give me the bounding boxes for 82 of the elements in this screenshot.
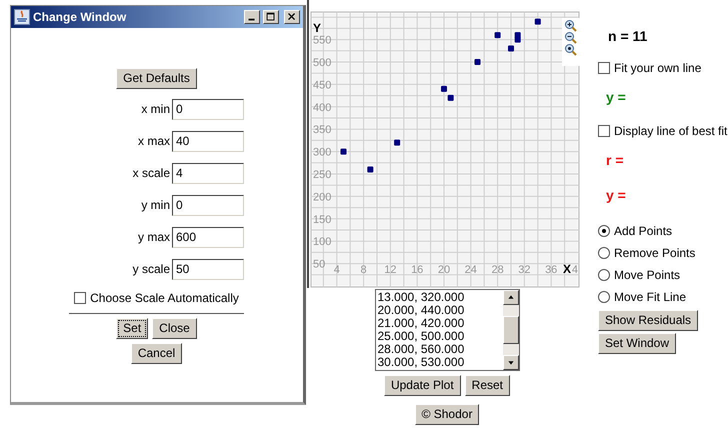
x-tick-label: 24	[464, 264, 477, 276]
x-tick-label: 36	[545, 264, 558, 276]
list-item[interactable]: 25.000, 500.000	[378, 330, 500, 343]
input-field[interactable]: 50	[172, 258, 244, 280]
credit-button[interactable]: © Shodor	[414, 404, 480, 425]
x-axis-label: X	[563, 262, 572, 276]
x-tick-label: 20	[438, 264, 450, 276]
scroll-down-button[interactable]	[502, 355, 518, 370]
data-point	[474, 59, 480, 65]
zoom-icon[interactable]	[565, 44, 577, 56]
y-tick-label: 150	[313, 214, 332, 226]
y-tick-label: 300	[313, 146, 332, 159]
close-button[interactable]	[284, 10, 300, 24]
update-plot-button[interactable]: Update Plot	[384, 375, 461, 396]
correlation-label: r =	[606, 151, 624, 170]
y-tick-label: 450	[313, 79, 332, 92]
field-label: x max	[136, 133, 170, 150]
list-item[interactable]: 20.000, 440.000	[378, 304, 500, 317]
y-tick-label: 100	[313, 236, 332, 248]
scroll-up-button[interactable]	[502, 290, 518, 305]
mode-option[interactable]: Remove Points	[598, 242, 696, 264]
checkbox-label: Choose Scale Automatically	[90, 290, 239, 307]
equation-label: y =	[606, 88, 626, 107]
cancel-button[interactable]: Cancel	[130, 343, 182, 364]
x-tick-label: 4	[572, 264, 578, 276]
zoom-in-icon[interactable]	[565, 20, 577, 32]
y-tick-label: 500	[313, 57, 332, 69]
y-tick-label: 50	[313, 258, 326, 271]
minimize-button[interactable]	[244, 10, 260, 24]
data-point	[340, 148, 346, 155]
input-field[interactable]: 600	[172, 226, 244, 248]
x-tick-label: 32	[518, 264, 531, 276]
input-field[interactable]: 4	[172, 162, 244, 184]
checkbox-label: Display line of best fit	[614, 123, 728, 140]
set-button[interactable]: Set	[116, 318, 148, 339]
scrollbar[interactable]	[502, 290, 518, 370]
field-label: x scale	[132, 165, 170, 182]
x-tick-label: 4	[334, 264, 340, 276]
input-field[interactable]: 40	[172, 130, 244, 152]
zoom-out-icon[interactable]	[565, 32, 577, 44]
mode-option[interactable]: Move Points	[598, 264, 680, 286]
y-tick-label: 250	[313, 169, 332, 181]
input-field[interactable]: 0	[172, 98, 244, 120]
app-icon	[14, 9, 30, 25]
y-tick-label: 550	[313, 34, 332, 47]
x-tick-label: 28	[491, 264, 504, 276]
show-residuals-button[interactable]: Show Residuals	[598, 310, 698, 331]
mode-option[interactable]: Move Fit Line	[598, 286, 686, 308]
x-tick-label: 12	[384, 264, 397, 276]
field-label: y min	[140, 197, 170, 214]
close-button[interactable]: Close	[152, 318, 197, 339]
checkbox-label: Fit your own line	[614, 60, 702, 77]
y-tick-label: 350	[313, 124, 332, 136]
data-point	[494, 32, 501, 38]
data-point	[508, 46, 514, 52]
list-item[interactable]: 21.000, 420.000	[378, 317, 500, 330]
list-item[interactable]: 30.000, 530.000	[378, 356, 500, 369]
y-tick-label: 200	[313, 191, 332, 204]
field-label: y scale	[132, 261, 170, 278]
maximize-button[interactable]	[263, 10, 279, 24]
get-defaults-button[interactable]: Get Defaults	[116, 68, 197, 89]
field-label: y max	[136, 229, 170, 246]
equation-label: y =	[606, 186, 626, 205]
x-tick-label: 16	[411, 264, 424, 276]
list-item[interactable]: 28.000, 560.000	[378, 343, 500, 356]
mode-option[interactable]: Add Points	[598, 220, 672, 242]
y-tick-label: 400	[313, 102, 332, 114]
count-label: n = 11	[608, 27, 648, 46]
point-list[interactable]: 13.000, 320.000 20.000, 440.000 21.000, 420.000 25.000, 500.000 28.000, 560.000 30.000, 530.000	[374, 289, 520, 371]
scrollbar-thumb[interactable]	[502, 316, 518, 344]
checkbox[interactable]	[598, 62, 610, 74]
checkbox[interactable]	[598, 125, 610, 137]
set-window-button[interactable]: Set Window	[598, 333, 676, 354]
field-label: x min	[140, 101, 170, 118]
x-tick-label: 8	[360, 264, 367, 276]
checkbox[interactable]	[74, 292, 86, 304]
y-axis-label: Y	[313, 21, 322, 35]
input-field[interactable]: 0	[172, 194, 244, 216]
window-title: Change Window	[33, 9, 128, 26]
data-point	[394, 140, 400, 146]
reset-button[interactable]: Reset	[464, 375, 510, 396]
list-item[interactable]: 13.000, 320.000	[378, 291, 500, 304]
